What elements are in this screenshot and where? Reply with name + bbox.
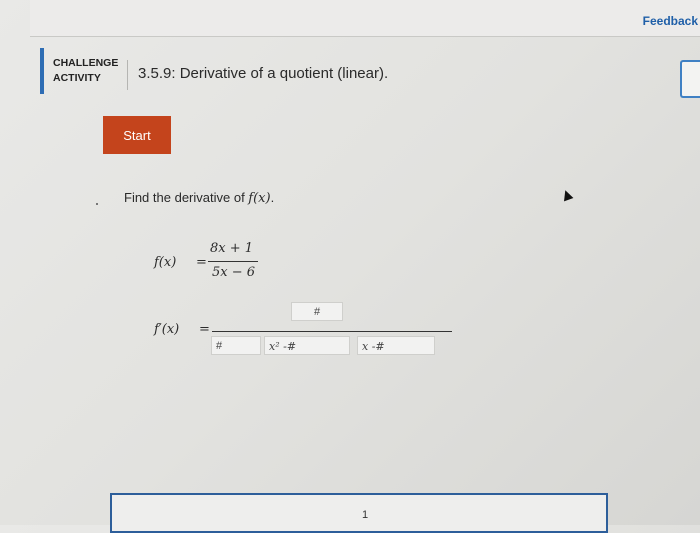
activity-title: 3.5.9: Derivative of a quotient (linear)…: [138, 65, 389, 82]
fraction-denominator: 5x − 6: [212, 265, 256, 280]
fx-label: f(x): [154, 255, 177, 270]
side-panel-tab[interactable]: [680, 60, 700, 98]
prompt-fx: f(x): [248, 191, 271, 206]
numerator-input[interactable]: #: [291, 302, 343, 321]
x-term-input[interactable]: x -#: [357, 336, 435, 355]
prompt-suffix: .: [270, 190, 275, 205]
top-strip: [30, 0, 700, 37]
page-number[interactable]: 1: [362, 509, 368, 521]
fprime-label: f′(x): [154, 322, 180, 337]
fprime-equals: =: [199, 322, 210, 337]
mouse-cursor-icon: [560, 188, 574, 202]
accent-bar: [40, 48, 44, 94]
start-button[interactable]: Start: [103, 116, 171, 154]
header-divider: [127, 60, 128, 90]
bullet-dot: [96, 203, 98, 205]
answer-fraction-bar: [212, 331, 452, 332]
progress-panel: [110, 493, 608, 533]
challenge-activity-label: CHALLENGE ACTIVITY: [53, 57, 119, 84]
coefficient-input[interactable]: #: [211, 336, 261, 355]
problem-prompt: Find the derivative of f(x).: [124, 190, 274, 206]
fx-equals: =: [196, 255, 207, 270]
prompt-prefix: Find the derivative of: [124, 190, 249, 205]
feedback-link[interactable]: Feedback: [643, 14, 698, 28]
fraction-numerator: 8x + 1: [210, 241, 254, 256]
x-squared-term-input[interactable]: x² -#: [264, 336, 350, 355]
activity-header: CHALLENGE ACTIVITY 3.5.9: Derivative of …: [40, 48, 700, 100]
fraction-bar: [208, 261, 258, 262]
